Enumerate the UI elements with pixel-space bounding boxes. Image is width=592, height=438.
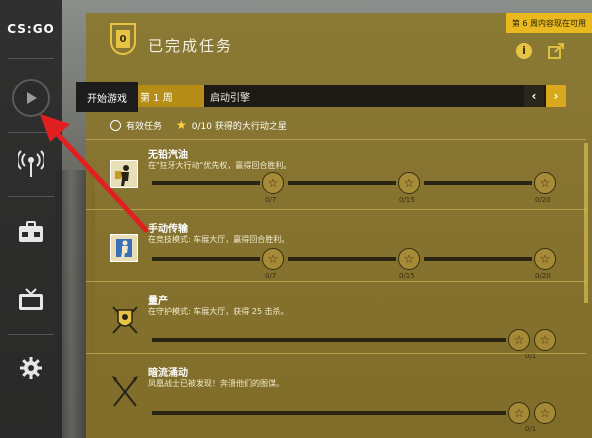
missions-panel: 第 6 周内容现在可用 0 已完成任务 i 第 1 周 启动引擎 ‹ › 有效任… <box>86 13 592 438</box>
shield-emblem-icon <box>110 304 140 336</box>
week-selector: 第 1 周 启动引擎 ‹ › <box>134 85 566 107</box>
week-tab[interactable]: 第 1 周 <box>134 85 204 107</box>
star-milestone-icon: ☆ <box>262 248 284 270</box>
mission-item[interactable]: 量产 在守护模式: 车展大厅，获得 25 击杀。 ☆ ☆ 0/1 <box>86 281 586 360</box>
week-available-badge[interactable]: 第 6 周内容现在可用 <box>505 13 592 33</box>
mission-title: 暗流涌动 <box>148 368 188 379</box>
filter-row: 有效任务 ★ 0/10 获得的大行动之星 <box>110 117 301 133</box>
star-milestone-icon: ☆ <box>534 172 556 194</box>
active-missions-filter[interactable]: 有效任务 <box>110 119 162 132</box>
sidebar-divider <box>8 334 54 335</box>
mission-title: 无铅汽油 <box>148 150 188 161</box>
star-milestone-icon: ☆ <box>398 248 420 270</box>
progress-track <box>424 257 532 261</box>
mission-title: 量产 <box>148 296 168 307</box>
mission-description: 在"狂牙大行动"优先权，赢得回合胜利。 <box>148 161 292 170</box>
stars-filter: ★ 0/10 获得的大行动之星 <box>176 118 287 132</box>
operation-name: 启动引擎 <box>210 92 250 104</box>
mission-description: 凤凰战士已被发现！奔溃他们的图谋。 <box>148 379 284 388</box>
milestone-count: 0/20 <box>535 196 551 204</box>
completed-count: 0 <box>116 30 130 48</box>
completed-missions-badge: 0 <box>110 23 136 55</box>
mission-icon <box>110 234 138 262</box>
next-week-button[interactable]: › <box>546 85 566 107</box>
star-milestone-icon: ☆ <box>508 402 530 424</box>
sidebar-divider <box>8 196 54 197</box>
briefcase-icon <box>19 221 43 242</box>
star-milestone-icon: ☆ <box>534 329 556 351</box>
milestone-count: 0/15 <box>399 272 415 280</box>
mission-title: 手动传输 <box>148 224 188 235</box>
crossed-spears-icon <box>110 376 140 408</box>
progress-track <box>424 181 532 185</box>
play-button[interactable] <box>0 70 62 126</box>
panel-title: 已完成任务 <box>148 37 234 55</box>
broadcast-button[interactable] <box>0 136 62 192</box>
star-milestone-icon: ☆ <box>508 329 530 351</box>
progress-track <box>152 181 260 185</box>
prev-week-button[interactable]: ‹ <box>524 85 544 107</box>
milestone-count: 0/20 <box>535 272 551 280</box>
progress-track <box>152 338 506 342</box>
watch-button[interactable] <box>0 272 62 328</box>
milestone-count: 0/15 <box>399 196 415 204</box>
gear-icon <box>20 357 42 379</box>
star-milestone-icon: ☆ <box>534 248 556 270</box>
sidebar-divider <box>8 132 54 133</box>
tv-icon <box>19 288 43 310</box>
stars-label: 0/10 获得的大行动之星 <box>191 121 287 132</box>
sidebar: CS:GO <box>0 0 62 438</box>
star-milestone-icon: ☆ <box>262 172 284 194</box>
star-milestone-icon: ☆ <box>534 402 556 424</box>
milestone-count: 0/1 <box>525 425 537 433</box>
progress-track <box>152 257 260 261</box>
mission-item[interactable]: 暗流涌动 凤凰战士已被发现！奔溃他们的图谋。 ☆ ☆ 0/1 <box>86 353 586 438</box>
milestone-count: 0/7 <box>265 272 277 280</box>
mission-description: 在竞技模式: 车展大厅，赢得回合胜利。 <box>148 235 290 244</box>
mission-description: 在守护模式: 车展大厅，获得 25 击杀。 <box>148 307 289 316</box>
mission-item[interactable]: 手动传输 在竞技模式: 车展大厅，赢得回合胜利。 ☆ 0/7 ☆ 0/15 ☆ … <box>86 209 586 281</box>
mission-item[interactable]: 无铅汽油 在"狂牙大行动"优先权，赢得回合胜利。 ☆ 0/7 ☆ 0/15 ☆ … <box>86 139 586 209</box>
sidebar-divider <box>8 58 54 59</box>
progress-track <box>288 181 396 185</box>
active-missions-label: 有效任务 <box>126 121 163 132</box>
csgo-logo: CS:GO <box>7 22 55 36</box>
inventory-button[interactable] <box>0 204 62 260</box>
broadcast-icon <box>18 150 44 177</box>
info-icon[interactable]: i <box>516 43 532 59</box>
progress-track <box>152 411 506 415</box>
mission-icon <box>110 160 138 188</box>
progress-track <box>288 257 396 261</box>
play-tooltip: 开始游戏 <box>76 82 138 112</box>
external-link-icon[interactable] <box>548 43 564 59</box>
milestone-count: 0/7 <box>265 196 277 204</box>
clock-icon <box>110 119 121 131</box>
settings-button[interactable] <box>0 340 62 396</box>
play-icon <box>12 79 50 117</box>
star-milestone-icon: ☆ <box>398 172 420 194</box>
star-icon: ★ <box>176 118 187 132</box>
